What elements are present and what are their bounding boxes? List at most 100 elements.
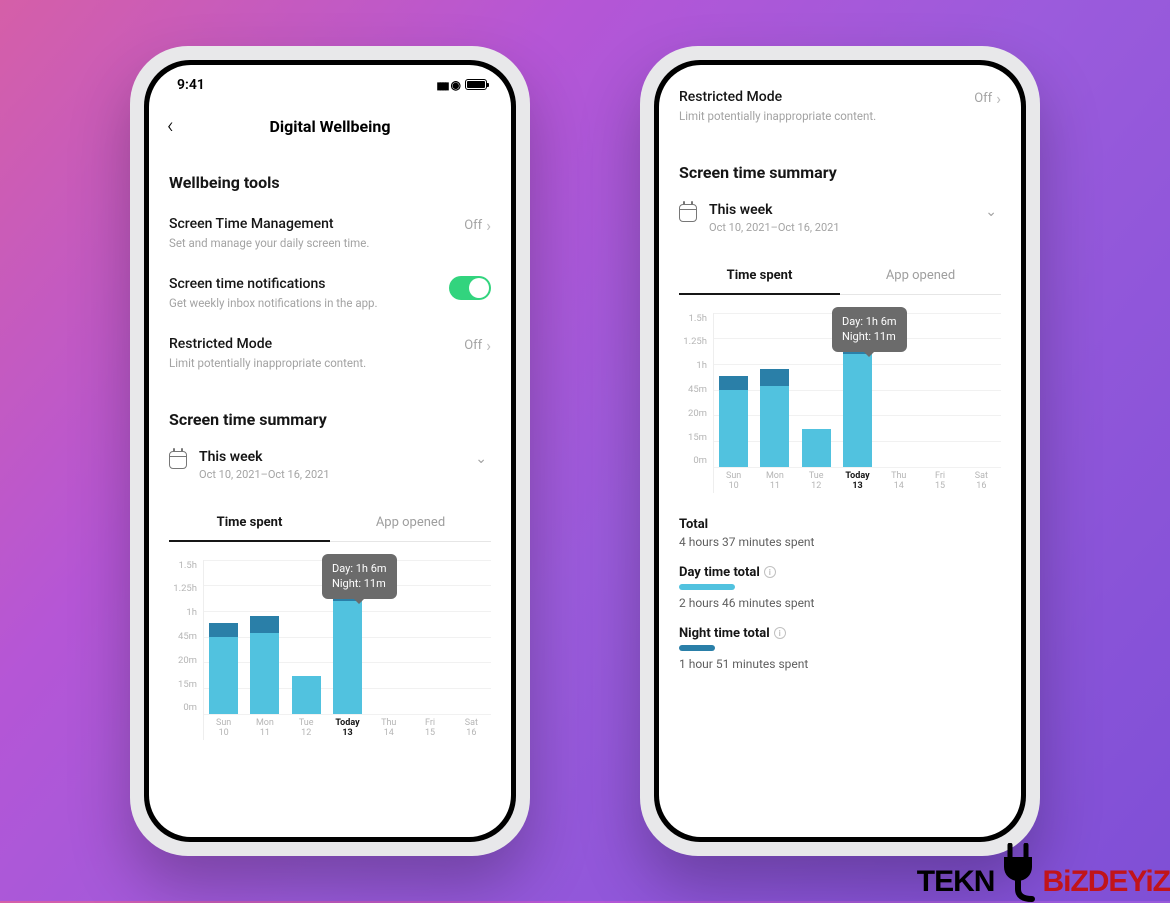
- bar-segment-day: [719, 390, 748, 467]
- bar-sun-10[interactable]: [716, 313, 751, 467]
- week-label: This week: [709, 202, 840, 218]
- totals-section: Total 4 hours 37 minutes spent Day time …: [679, 517, 1001, 671]
- status-bar: 9:41: [149, 65, 511, 105]
- x-label: Mon11: [247, 714, 282, 740]
- phone-mockup-left: 9:41 ‹ Digital Wellbeing Wellbeing tools…: [130, 46, 530, 856]
- row-restricted-mode[interactable]: Restricted Mode Limit potentially inappr…: [679, 71, 1001, 139]
- tab-time-spent[interactable]: Time spent: [679, 258, 840, 295]
- phone-bezel: 9:41 ‹ Digital Wellbeing Wellbeing tools…: [144, 60, 516, 842]
- bar-sat-16[interactable]: [454, 560, 489, 714]
- row-value: Off: [464, 338, 482, 353]
- bar-sat-16[interactable]: [964, 313, 999, 467]
- bar-fri-15[interactable]: [922, 313, 957, 467]
- bar-segment-day: [209, 637, 238, 714]
- chart-tooltip: Day: 1h 6m Night: 11m: [832, 307, 907, 353]
- row-value: Off: [974, 91, 992, 106]
- row-subtitle: Set and manage your daily screen time.: [169, 236, 464, 250]
- x-label: Sun10: [716, 467, 751, 493]
- week-label: This week: [199, 449, 330, 465]
- bar-fri-15[interactable]: [412, 560, 447, 714]
- bar-tue-12[interactable]: [799, 313, 834, 467]
- phone-mockup-right: Restricted Mode Limit potentially inappr…: [640, 46, 1040, 856]
- info-icon[interactable]: i: [764, 566, 776, 578]
- watermark: TEKN BiZDEYiZ: [917, 843, 1170, 899]
- day-total-value: 2 hours 46 minutes spent: [679, 596, 1001, 610]
- row-screen-time-management[interactable]: Screen Time Management Set and manage yo…: [169, 206, 491, 266]
- bar-segment-day: [760, 386, 789, 466]
- y-tick: 1.25h: [679, 336, 707, 347]
- row-trailing: Off ›: [464, 216, 491, 235]
- bar-tue-12[interactable]: [289, 560, 324, 714]
- y-tick: 45m: [169, 631, 197, 642]
- y-tick: 15m: [679, 432, 707, 443]
- phone-bezel: Restricted Mode Limit potentially inappr…: [654, 60, 1026, 842]
- watermark-part2: BiZDEYiZ: [1042, 865, 1170, 899]
- total-value: 4 hours 37 minutes spent: [679, 535, 1001, 549]
- status-time: 9:41: [177, 77, 205, 93]
- x-label: Tue12: [799, 467, 834, 493]
- bar-segment-day: [250, 633, 279, 713]
- bar-sun-10[interactable]: [206, 560, 241, 714]
- week-selector[interactable]: This week Oct 10, 2021–Oct 16, 2021 ⌄: [679, 196, 1001, 244]
- night-total-value: 1 hour 51 minutes spent: [679, 657, 1001, 671]
- bar-mon-11[interactable]: [757, 313, 792, 467]
- x-label: Sat16: [964, 467, 999, 493]
- week-range: Oct 10, 2021–Oct 16, 2021: [709, 221, 840, 234]
- bar-segment-day: [292, 676, 321, 714]
- screen-time-summary-heading: Screen time summary: [169, 410, 491, 429]
- x-label: Today13: [330, 714, 365, 740]
- row-title: Restricted Mode: [169, 336, 464, 352]
- tooltip-day: Day: 1h 6m: [332, 561, 387, 577]
- plot-area: Sun10Mon11Tue12Today13Thu14Fri15Sat16 Da…: [203, 560, 491, 740]
- y-axis: 1.5h1.25h1h45m20m15m0m: [679, 313, 713, 493]
- calendar-icon: [169, 451, 187, 469]
- wifi-icon: [451, 77, 461, 93]
- y-tick: 1.5h: [169, 560, 197, 571]
- row-restricted-mode[interactable]: Restricted Mode Limit potentially inappr…: [169, 326, 491, 386]
- night-total-label: Night time total i: [679, 626, 1001, 641]
- total-label: Total: [679, 517, 1001, 532]
- chevron-right-icon: ›: [486, 216, 491, 235]
- back-icon[interactable]: ‹: [167, 114, 174, 139]
- chevron-right-icon: ›: [996, 89, 1001, 108]
- tab-time-spent[interactable]: Time spent: [169, 505, 330, 542]
- bar-segment-night: [719, 376, 748, 390]
- screen-left: 9:41 ‹ Digital Wellbeing Wellbeing tools…: [149, 65, 511, 837]
- y-tick: 15m: [169, 679, 197, 690]
- row-subtitle: Limit potentially inappropriate content.: [679, 109, 974, 123]
- y-tick: 1h: [169, 607, 197, 618]
- bar-segment-night: [209, 623, 238, 637]
- x-label: Today13: [840, 467, 875, 493]
- week-range: Oct 10, 2021–Oct 16, 2021: [199, 468, 330, 481]
- y-axis: 1.5h1.25h1h45m20m15m0m: [169, 560, 203, 740]
- cellular-icon: [437, 77, 447, 93]
- chart-right: 1.5h1.25h1h45m20m15m0m Sun10Mon11Tue12To…: [679, 313, 1001, 493]
- bar-segment-night: [760, 369, 789, 386]
- row-subtitle: Limit potentially inappropriate content.: [169, 356, 464, 370]
- tab-app-opened[interactable]: App opened: [840, 258, 1001, 295]
- wellbeing-tools-heading: Wellbeing tools: [169, 173, 491, 192]
- watermark-plug-icon: [996, 843, 1040, 903]
- y-tick: 0m: [679, 455, 707, 466]
- x-label: Mon11: [757, 467, 792, 493]
- bar-segment-day: [843, 354, 872, 467]
- plot-area: Sun10Mon11Tue12Today13Thu14Fri15Sat16 Da…: [713, 313, 1001, 493]
- info-icon[interactable]: i: [774, 627, 786, 639]
- tooltip-night: Night: 11m: [842, 329, 897, 345]
- y-tick: 20m: [679, 408, 707, 419]
- y-tick: 45m: [679, 384, 707, 395]
- row-trailing: Off ›: [464, 336, 491, 355]
- content-left: Wellbeing tools Screen Time Management S…: [149, 149, 511, 837]
- tooltip-night: Night: 11m: [332, 576, 387, 592]
- tab-app-opened[interactable]: App opened: [330, 505, 491, 542]
- x-label: Fri15: [922, 467, 957, 493]
- row-subtitle: Get weekly inbox notifications in the ap…: [169, 296, 449, 310]
- row-screen-time-notifications[interactable]: Screen time notifications Get weekly inb…: [169, 266, 491, 326]
- week-selector[interactable]: This week Oct 10, 2021–Oct 16, 2021 ⌄: [169, 443, 491, 491]
- y-tick: 20m: [169, 655, 197, 666]
- row-trailing: Off ›: [974, 89, 1001, 108]
- chart-tooltip: Day: 1h 6m Night: 11m: [322, 554, 397, 600]
- toggle-on[interactable]: [449, 276, 491, 300]
- y-tick: 1h: [679, 360, 707, 371]
- bar-mon-11[interactable]: [247, 560, 282, 714]
